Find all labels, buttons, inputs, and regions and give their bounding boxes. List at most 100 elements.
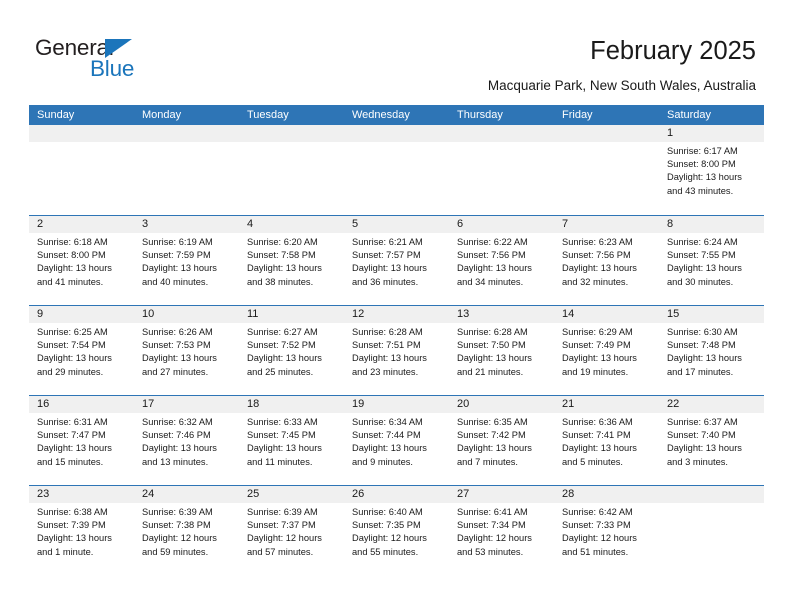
day-number: 8 — [667, 218, 674, 230]
day-number: 20 — [457, 398, 470, 410]
sunrise-text: Sunrise: 6:31 AM — [37, 417, 108, 427]
day-number: 22 — [667, 398, 680, 410]
sunset-text: Sunset: 7:56 PM — [562, 250, 631, 261]
sunset-text: Sunset: 7:40 PM — [667, 430, 736, 441]
daylight-text: Daylight: 13 hours and 7 minutes. — [457, 443, 532, 467]
sunrise-text: Sunrise: 6:39 AM — [247, 507, 318, 517]
day-number: 21 — [562, 398, 575, 410]
daylight-text: Daylight: 13 hours and 40 minutes. — [142, 263, 217, 287]
calendar-day-cell[interactable]: 4 Sunrise: 6:20 AM Sunset: 7:58 PM Daylight… — [239, 216, 344, 305]
day-number: 12 — [352, 308, 365, 320]
calendar-day-cell[interactable]: 15 Sunrise: 6:30 AM Sunset: 7:48 PM Dayligh… — [659, 306, 764, 395]
day-number: 26 — [352, 488, 365, 500]
day-number: 18 — [247, 398, 260, 410]
day-number-band — [29, 216, 134, 233]
calendar-day-cell[interactable]: 11 Sunrise: 6:27 AM Sunset: 7:52 PM Dayligh… — [239, 306, 344, 395]
weekday-header-wednesday: Wednesday — [352, 109, 410, 121]
calendar-day-cell[interactable]: 27 Sunrise: 6:41 AM Sunset: 7:34 PM Dayligh… — [449, 486, 554, 575]
daylight-text: Daylight: 13 hours and 15 minutes. — [37, 443, 112, 467]
day-number-band — [659, 486, 764, 503]
general-blue-logo[interactable]: General Blue — [35, 35, 225, 83]
day-sun-info: Sunrise: 6:27 AM Sunset: 7:52 PM Daylight:… — [247, 326, 340, 379]
calendar-day-cell-empty — [344, 125, 449, 215]
sunrise-text: Sunrise: 6:29 AM — [562, 327, 633, 337]
calendar-day-cell[interactable]: 5 Sunrise: 6:21 AM Sunset: 7:57 PM Daylight… — [344, 216, 449, 305]
calendar-day-cell-empty — [239, 125, 344, 215]
daylight-text: Daylight: 12 hours and 51 minutes. — [562, 533, 637, 557]
calendar-page: General Blue February 2025 Macquarie Par… — [0, 0, 792, 612]
day-number-band — [29, 125, 134, 142]
calendar-day-cell[interactable]: 7 Sunrise: 6:23 AM Sunset: 7:56 PM Daylight… — [554, 216, 659, 305]
day-number: 14 — [562, 308, 575, 320]
day-sun-info: Sunrise: 6:23 AM Sunset: 7:56 PM Daylight:… — [562, 236, 655, 289]
daylight-text: Daylight: 13 hours and 25 minutes. — [247, 353, 322, 377]
day-sun-info: Sunrise: 6:22 AM Sunset: 7:56 PM Daylight:… — [457, 236, 550, 289]
calendar-day-cell[interactable]: 24 Sunrise: 6:39 AM Sunset: 7:38 PM Dayligh… — [134, 486, 239, 575]
calendar-day-cell[interactable]: 14 Sunrise: 6:29 AM Sunset: 7:49 PM Dayligh… — [554, 306, 659, 395]
calendar-day-cell[interactable]: 16 Sunrise: 6:31 AM Sunset: 7:47 PM Dayligh… — [29, 396, 134, 485]
calendar-day-cell[interactable]: 2 Sunrise: 6:18 AM Sunset: 8:00 PM Daylight… — [29, 216, 134, 305]
day-number: 5 — [352, 218, 359, 230]
calendar-day-cell[interactable]: 12 Sunrise: 6:28 AM Sunset: 7:51 PM Dayligh… — [344, 306, 449, 395]
day-number: 11 — [247, 308, 259, 320]
sunrise-text: Sunrise: 6:38 AM — [37, 507, 108, 517]
daylight-text: Daylight: 13 hours and 19 minutes. — [562, 353, 637, 377]
calendar-day-cell[interactable]: 17 Sunrise: 6:32 AM Sunset: 7:46 PM Dayligh… — [134, 396, 239, 485]
calendar-day-cell[interactable]: 28 Sunrise: 6:42 AM Sunset: 7:33 PM Dayligh… — [554, 486, 659, 575]
day-number-band — [134, 216, 239, 233]
calendar-day-cell[interactable]: 21 Sunrise: 6:36 AM Sunset: 7:41 PM Dayligh… — [554, 396, 659, 485]
sunset-text: Sunset: 7:51 PM — [352, 340, 421, 351]
day-sun-info: Sunrise: 6:39 AM Sunset: 7:37 PM Daylight:… — [247, 506, 340, 559]
calendar-day-cell[interactable]: 22 Sunrise: 6:37 AM Sunset: 7:40 PM Dayligh… — [659, 396, 764, 485]
calendar-day-cell[interactable]: 19 Sunrise: 6:34 AM Sunset: 7:44 PM Dayligh… — [344, 396, 449, 485]
daylight-text: Daylight: 13 hours and 27 minutes. — [142, 353, 217, 377]
calendar-day-cell[interactable]: 26 Sunrise: 6:40 AM Sunset: 7:35 PM Dayligh… — [344, 486, 449, 575]
calendar-day-cell[interactable]: 1 Sunrise: 6:17 AM Sunset: 8:00 PM Daylight… — [659, 125, 764, 215]
weekday-header-friday: Friday — [562, 109, 593, 121]
calendar-day-cell[interactable]: 18 Sunrise: 6:33 AM Sunset: 7:45 PM Dayligh… — [239, 396, 344, 485]
weekday-header-saturday: Saturday — [667, 109, 712, 121]
page-subtitle: Macquarie Park, New South Wales, Austral… — [487, 78, 756, 93]
day-sun-info: Sunrise: 6:36 AM Sunset: 7:41 PM Daylight:… — [562, 416, 655, 469]
daylight-text: Daylight: 13 hours and 34 minutes. — [457, 263, 532, 287]
sunrise-text: Sunrise: 6:33 AM — [247, 417, 318, 427]
sunset-text: Sunset: 7:44 PM — [352, 430, 421, 441]
sunrise-text: Sunrise: 6:36 AM — [562, 417, 633, 427]
daylight-text: Daylight: 13 hours and 3 minutes. — [667, 443, 742, 467]
day-number: 6 — [457, 218, 464, 230]
day-number: 13 — [457, 308, 470, 320]
day-number-band — [239, 125, 344, 142]
weekday-header-tuesday: Tuesday — [247, 109, 289, 121]
daylight-text: Daylight: 13 hours and 43 minutes. — [667, 172, 742, 196]
day-number: 7 — [562, 218, 569, 230]
daylight-text: Daylight: 13 hours and 17 minutes. — [667, 353, 742, 377]
calendar-day-cell[interactable]: 8 Sunrise: 6:24 AM Sunset: 7:55 PM Daylight… — [659, 216, 764, 305]
calendar-day-cell[interactable]: 23 Sunrise: 6:38 AM Sunset: 7:39 PM Dayligh… — [29, 486, 134, 575]
calendar-grid: Sunday Monday Tuesday Wednesday Thursday Frid… — [29, 105, 764, 575]
calendar-day-cell[interactable]: 10 Sunrise: 6:26 AM Sunset: 7:53 PM Dayligh… — [134, 306, 239, 395]
calendar-day-cell[interactable]: 13 Sunrise: 6:28 AM Sunset: 7:50 PM Dayligh… — [449, 306, 554, 395]
calendar-day-cell[interactable]: 3 Sunrise: 6:19 AM Sunset: 7:59 PM Daylight… — [134, 216, 239, 305]
calendar-day-cell[interactable]: 9 Sunrise: 6:25 AM Sunset: 7:54 PM Daylight… — [29, 306, 134, 395]
weekday-header-thursday: Thursday — [457, 109, 503, 121]
sunrise-text: Sunrise: 6:28 AM — [457, 327, 528, 337]
calendar-day-cell[interactable]: 25 Sunrise: 6:39 AM Sunset: 7:37 PM Dayligh… — [239, 486, 344, 575]
sunrise-text: Sunrise: 6:21 AM — [352, 237, 423, 247]
day-number-band — [449, 216, 554, 233]
day-number-band — [554, 125, 659, 142]
sunset-text: Sunset: 7:37 PM — [247, 520, 316, 531]
sunset-text: Sunset: 8:00 PM — [37, 250, 106, 261]
day-number: 2 — [37, 218, 44, 230]
sunset-text: Sunset: 7:46 PM — [142, 430, 211, 441]
sunset-text: Sunset: 7:53 PM — [142, 340, 211, 351]
sunrise-text: Sunrise: 6:26 AM — [142, 327, 213, 337]
sunset-text: Sunset: 7:33 PM — [562, 520, 631, 531]
day-number: 1 — [667, 127, 674, 139]
daylight-text: Daylight: 13 hours and 32 minutes. — [562, 263, 637, 287]
calendar-day-cell[interactable]: 6 Sunrise: 6:22 AM Sunset: 7:56 PM Daylight… — [449, 216, 554, 305]
calendar-week-row: 9 Sunrise: 6:25 AM Sunset: 7:54 PM Daylight… — [29, 305, 764, 395]
calendar-day-cell[interactable]: 20 Sunrise: 6:35 AM Sunset: 7:42 PM Dayligh… — [449, 396, 554, 485]
sunset-text: Sunset: 7:49 PM — [562, 340, 631, 351]
day-sun-info: Sunrise: 6:41 AM Sunset: 7:34 PM Daylight:… — [457, 506, 550, 559]
sunset-text: Sunset: 7:38 PM — [142, 520, 211, 531]
